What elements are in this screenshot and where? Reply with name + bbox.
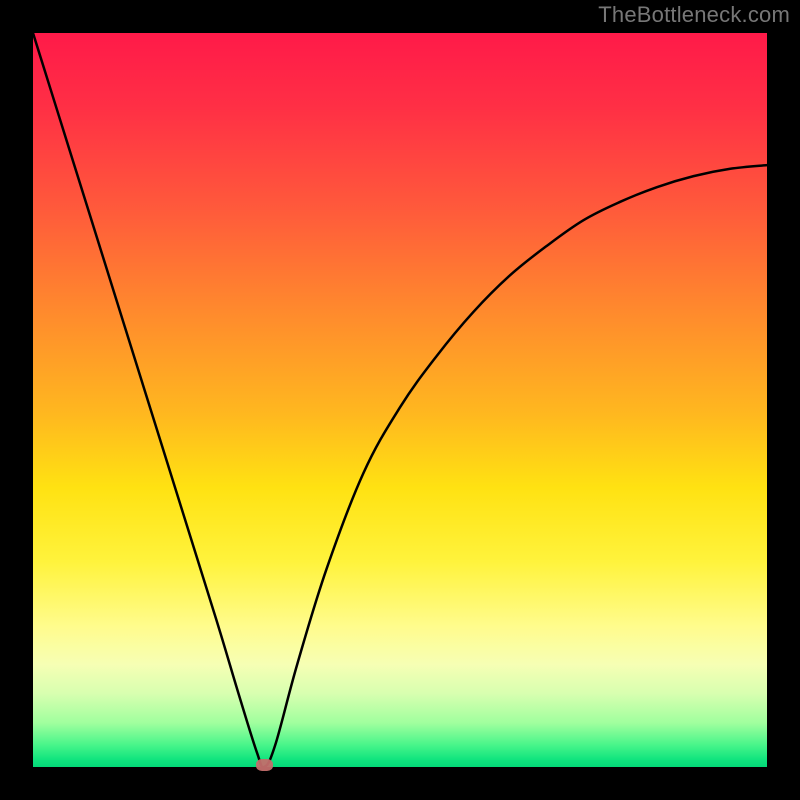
chart-frame: TheBottleneck.com bbox=[0, 0, 800, 800]
plot-area bbox=[33, 33, 767, 767]
bottleneck-curve bbox=[33, 33, 767, 767]
watermark-text: TheBottleneck.com bbox=[598, 2, 790, 28]
bottleneck-marker bbox=[256, 759, 273, 771]
